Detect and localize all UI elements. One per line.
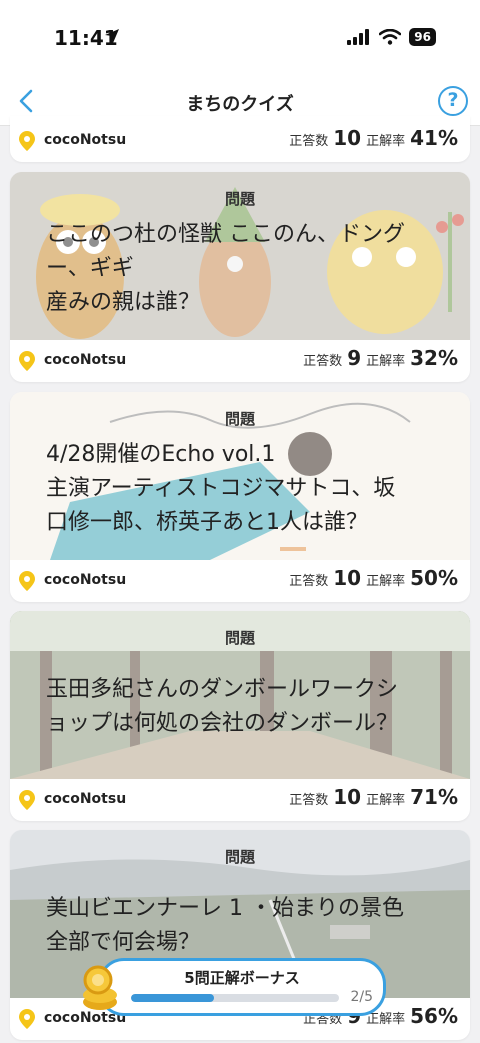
wifi-icon bbox=[379, 29, 402, 45]
map-pin-icon bbox=[19, 1009, 35, 1029]
map-pin-icon bbox=[19, 790, 35, 810]
answers-count: 10 bbox=[333, 785, 362, 809]
quiz-card[interactable]: 問題 ここのつ杜の怪獣 ここのん、ドング ー、ギギ 産みの親は誰？ cocoNots… bbox=[10, 172, 470, 382]
author-name: cocoNotsu bbox=[44, 791, 127, 807]
rate-label: 正解率 bbox=[366, 574, 406, 589]
answers-count: 10 bbox=[333, 566, 362, 590]
correct-rate: 56% bbox=[410, 1004, 458, 1028]
rate-label: 正解率 bbox=[366, 354, 406, 369]
quiz-image: 問題 4/28開催のEcho vol.1 主演アーティストコジマサトコ、坂 口修一郎… bbox=[10, 392, 470, 560]
bonus-progress[interactable]: 5問正解ボーナス 2/5 bbox=[98, 958, 386, 1016]
correct-rate: 50% bbox=[410, 566, 458, 590]
page-title: まちのクイズ bbox=[186, 94, 294, 115]
bonus-count: 2/5 bbox=[350, 989, 373, 1005]
bonus-progress-fill bbox=[131, 994, 215, 1002]
map-pin-icon bbox=[19, 131, 35, 151]
rate-label: 正解率 bbox=[366, 134, 406, 149]
answers-count: 10 bbox=[333, 126, 362, 150]
quiz-card[interactable]: cocoNotsu 正答数 10 正解率 41% bbox=[10, 116, 470, 162]
quiz-stats: 正答数 10 正解率 50% bbox=[289, 566, 458, 590]
card-footer: cocoNotsu 正答数 10 正解率 50% bbox=[10, 560, 470, 602]
correct-rate: 41% bbox=[410, 126, 458, 150]
signal-icon bbox=[347, 29, 370, 45]
question-label: 問題 bbox=[224, 629, 255, 647]
question-label: 問題 bbox=[224, 848, 255, 866]
question-text: 玉田多紀さんのダンボールワークシ ョップは何処の会社のダンボール？ bbox=[46, 677, 399, 736]
card-footer: cocoNotsu 正答数 10 正解率 41% bbox=[10, 120, 470, 162]
bonus-progress-track bbox=[131, 994, 339, 1002]
question-label: 問題 bbox=[224, 190, 255, 208]
correct-rate: 32% bbox=[410, 346, 458, 370]
correct-rate: 71% bbox=[410, 785, 458, 809]
quiz-image: 問題 ここのつ杜の怪獣 ここのん、ドング ー、ギギ 産みの親は誰？ bbox=[10, 172, 470, 340]
author-name: cocoNotsu bbox=[44, 572, 127, 588]
coins-icon bbox=[83, 965, 117, 1010]
bonus-title: 5問正解ボーナス bbox=[184, 969, 300, 987]
help-button[interactable]: ? bbox=[438, 86, 468, 116]
answers-label: 正答数 bbox=[289, 793, 329, 808]
author-name: cocoNotsu bbox=[44, 132, 127, 148]
location-arrow-icon bbox=[105, 29, 119, 43]
quiz-stats: 正答数 10 正解率 71% bbox=[289, 785, 458, 809]
quiz-stats: 正答数 9 正解率 32% bbox=[303, 346, 458, 370]
question-label: 問題 bbox=[224, 410, 255, 428]
status-bar: 11:41 96 bbox=[0, 0, 480, 78]
quiz-image: 問題 玉田多紀さんのダンボールワークシ ョップは何処の会社のダンボール？ bbox=[10, 611, 470, 779]
quiz-card[interactable]: 問題 4/28開催のEcho vol.1 主演アーティストコジマサトコ、坂 口修一郎… bbox=[10, 392, 470, 602]
question-text: 美山ビエンナーレ 1 ・始まりの景色 全部で何会場？ bbox=[46, 896, 404, 955]
quiz-stats: 正答数 10 正解率 41% bbox=[289, 126, 458, 150]
author-name: cocoNotsu bbox=[44, 352, 127, 368]
question-text: ここのつ杜の怪獣 ここのん、ドング ー、ギギ 産みの親は誰？ bbox=[46, 222, 405, 315]
answers-label: 正答数 bbox=[289, 134, 329, 149]
rate-label: 正解率 bbox=[366, 793, 406, 808]
battery-indicator: 96 bbox=[409, 28, 436, 46]
map-pin-icon bbox=[19, 571, 35, 591]
card-footer: cocoNotsu 正答数 9 正解率 32% bbox=[10, 340, 470, 382]
answers-label: 正答数 bbox=[289, 574, 329, 589]
answers-count: 9 bbox=[347, 346, 362, 370]
question-text: 4/28開催のEcho vol.1 主演アーティストコジマサトコ、坂 口修一郎、桥英… bbox=[46, 442, 396, 535]
card-footer: cocoNotsu 正答数 10 正解率 71% bbox=[10, 779, 470, 821]
answers-label: 正答数 bbox=[303, 354, 343, 369]
status-icons: 96 bbox=[347, 28, 436, 46]
map-pin-icon bbox=[19, 351, 35, 371]
quiz-card[interactable]: 問題 玉田多紀さんのダンボールワークシ ョップは何処の会社のダンボール？ coco… bbox=[10, 611, 470, 821]
